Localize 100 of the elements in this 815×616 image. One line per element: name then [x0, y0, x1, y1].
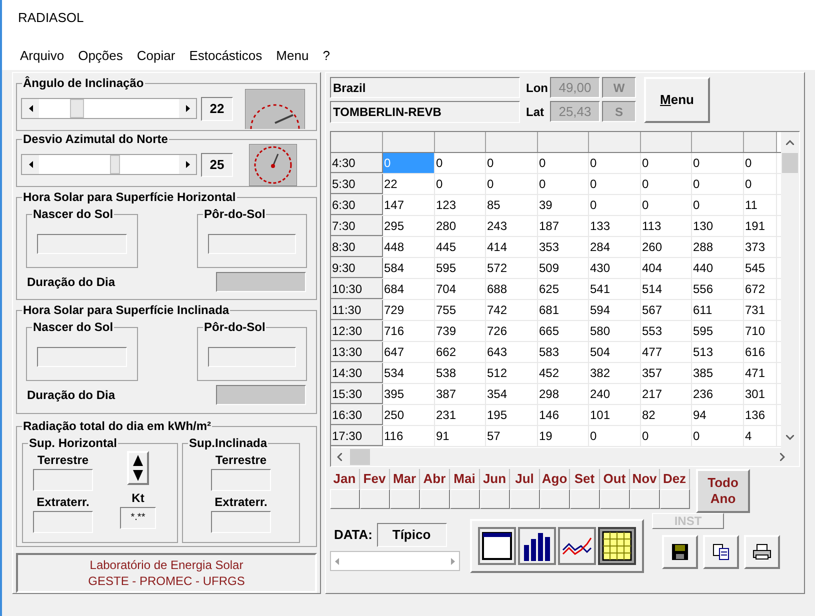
table-cell[interactable]: 0	[486, 174, 538, 194]
table-cell[interactable]: 731	[744, 300, 777, 320]
table-cell[interactable]: 0	[744, 174, 777, 194]
table-cell[interactable]: 504	[589, 342, 641, 362]
whole-year-button[interactable]: Todo Ano	[696, 469, 750, 513]
table-cell[interactable]: 452	[538, 363, 589, 383]
table-cell[interactable]: 0	[692, 195, 744, 215]
table-cell[interactable]: 534	[383, 363, 435, 383]
table-cell[interactable]: 0	[589, 426, 641, 446]
table-cell[interactable]: 101	[589, 405, 641, 425]
table-cell[interactable]: 373	[744, 237, 777, 257]
table-cell[interactable]: 243	[486, 216, 538, 236]
table-cell[interactable]: 288	[692, 237, 744, 257]
slider-thumb[interactable]	[70, 99, 84, 118]
table-cell[interactable]: 681	[538, 300, 589, 320]
month-button[interactable]	[420, 488, 450, 508]
table-cell[interactable]: 572	[486, 258, 538, 278]
table-cell[interactable]: 395	[383, 384, 435, 404]
menu-item[interactable]: Estocásticos	[187, 46, 264, 66]
table-cell[interactable]: 0	[589, 174, 641, 194]
table-cell[interactable]: 742	[486, 300, 538, 320]
table-cell[interactable]: 0	[641, 426, 692, 446]
table-cell[interactable]: 739	[435, 321, 486, 341]
spin-button[interactable]	[127, 450, 149, 485]
table-cell[interactable]: 382	[589, 363, 641, 383]
table-cell[interactable]: 448	[383, 237, 435, 257]
table-cell[interactable]: 0	[641, 195, 692, 215]
table-cell[interactable]: 39	[538, 195, 589, 215]
table-cell[interactable]: 716	[383, 321, 435, 341]
table-cell[interactable]: 0	[589, 153, 641, 173]
table-cell[interactable]: 584	[383, 258, 435, 278]
month-button[interactable]	[450, 488, 480, 508]
slider[interactable]	[21, 98, 197, 120]
table-cell[interactable]: 295	[383, 216, 435, 236]
table-cell[interactable]: 85	[486, 195, 538, 215]
table-cell[interactable]: 404	[641, 258, 692, 278]
table-cell[interactable]: 538	[435, 363, 486, 383]
table-cell[interactable]: 217	[641, 384, 692, 404]
table-cell[interactable]: 0	[641, 153, 692, 173]
table-cell[interactable]: 594	[589, 300, 641, 320]
table-cell[interactable]: 82	[641, 405, 692, 425]
table-cell[interactable]: 0	[692, 174, 744, 194]
menu-item[interactable]: Opções	[76, 46, 125, 66]
table-cell[interactable]: 710	[744, 321, 777, 341]
table-cell[interactable]: 514	[641, 279, 692, 299]
table-cell[interactable]: 353	[538, 237, 589, 257]
table-cell[interactable]: 0	[692, 426, 744, 446]
menu-button[interactable]: Menu	[644, 77, 710, 123]
vertical-scrollbar[interactable]	[781, 132, 799, 448]
table-cell[interactable]: 625	[538, 279, 589, 299]
table-cell[interactable]: 688	[486, 279, 538, 299]
table-cell[interactable]: 19	[538, 426, 589, 446]
scroll-left-button[interactable]	[22, 155, 39, 174]
month-button[interactable]	[360, 488, 390, 508]
table-cell[interactable]: 513	[692, 342, 744, 362]
table-cell[interactable]: 567	[641, 300, 692, 320]
table-cell[interactable]: 0	[538, 174, 589, 194]
table-cell[interactable]: 147	[383, 195, 435, 215]
table-cell[interactable]: 0	[435, 153, 486, 173]
table-cell[interactable]: 354	[486, 384, 538, 404]
table-cell[interactable]: 556	[692, 279, 744, 299]
view-button[interactable]	[518, 527, 556, 565]
menu-item[interactable]: Copiar	[134, 46, 178, 66]
table-cell[interactable]: 509	[538, 258, 589, 278]
table-cell[interactable]: 445	[435, 237, 486, 257]
copy-button[interactable]	[703, 535, 739, 569]
table-cell[interactable]: 94	[692, 405, 744, 425]
table-cell[interactable]: 541	[589, 279, 641, 299]
scrollbar-thumb[interactable]	[350, 449, 370, 465]
menu-item[interactable]: Arquivo	[18, 46, 66, 66]
menu-item[interactable]: ?	[320, 46, 332, 66]
horizontal-scrollbar[interactable]	[331, 448, 799, 466]
table-cell[interactable]: 477	[641, 342, 692, 362]
table-cell[interactable]: 672	[744, 279, 777, 299]
table-cell[interactable]: 665	[538, 321, 589, 341]
scrollbar-thumb[interactable]	[782, 153, 798, 173]
table-cell[interactable]: 191	[744, 216, 777, 236]
scroll-right-button[interactable]	[179, 99, 196, 118]
view-button[interactable]	[598, 527, 636, 565]
table-cell[interactable]: 11	[744, 195, 777, 215]
table-cell[interactable]: 0	[744, 153, 777, 173]
table-cell[interactable]: 430	[589, 258, 641, 278]
table-cell[interactable]: 113	[641, 216, 692, 236]
table-cell[interactable]: 260	[641, 237, 692, 257]
slider[interactable]	[21, 154, 197, 176]
table-cell[interactable]: 595	[692, 321, 744, 341]
month-button[interactable]	[570, 488, 600, 508]
table-cell[interactable]: 0	[589, 195, 641, 215]
table-cell[interactable]: 0	[692, 153, 744, 173]
month-button[interactable]	[390, 488, 420, 508]
table-cell[interactable]: 284	[589, 237, 641, 257]
table-cell[interactable]: 512	[486, 363, 538, 383]
table-cell[interactable]: 684	[383, 279, 435, 299]
table-cell[interactable]: 726	[486, 321, 538, 341]
view-button[interactable]	[558, 527, 596, 565]
table-cell[interactable]: 187	[538, 216, 589, 236]
table-cell[interactable]: 616	[744, 342, 777, 362]
table-cell[interactable]: 729	[383, 300, 435, 320]
table-cell[interactable]: 643	[486, 342, 538, 362]
table-cell[interactable]: 146	[538, 405, 589, 425]
